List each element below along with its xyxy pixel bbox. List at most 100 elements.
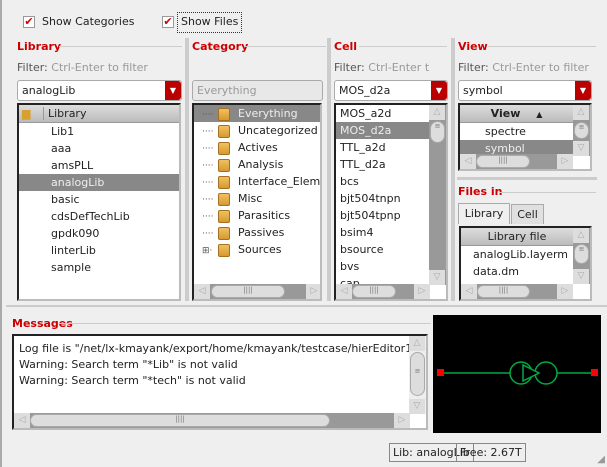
- view-hscrollbar[interactable]: ◁ |||| ▷: [460, 154, 573, 169]
- chevron-down-icon[interactable]: ▼: [431, 81, 447, 100]
- cell-item-label: bjt504tpnp: [340, 209, 401, 222]
- splitter[interactable]: [185, 38, 189, 301]
- library-item[interactable]: aaa: [19, 140, 179, 157]
- show-files-checkbox[interactable]: ✔: [162, 16, 174, 28]
- pin-left: [437, 369, 444, 376]
- show-categories-checkbox[interactable]: ✔: [23, 16, 35, 28]
- category-item[interactable]: ···· Passives: [194, 224, 320, 241]
- view-vscrollbar[interactable]: △ ≡ ▽: [573, 105, 590, 156]
- cell-item[interactable]: bjt504tnpn: [336, 190, 430, 207]
- splitter[interactable]: [457, 177, 597, 180]
- library-item-label: aaa: [51, 142, 72, 155]
- resize-grip-icon[interactable]: ◢: [597, 454, 605, 465]
- library-item[interactable]: linterLib: [19, 242, 179, 259]
- cell-item-label: MOS_d2a: [340, 124, 392, 137]
- messages-log[interactable]: Log file is "/net/lx-kmayank/export/home…: [12, 334, 428, 430]
- cell-vscrollbar[interactable]: △ ≡ ▽: [429, 105, 446, 285]
- category-item[interactable]: ···· Analysis: [194, 156, 320, 173]
- category-tree[interactable]: ···· Everything ···· Uncategorized ···· Activ…: [192, 103, 322, 301]
- filter-hint: Ctrl-Enter to filter: [492, 61, 589, 74]
- messages-vscrollbar[interactable]: △ ≡ ▽: [409, 336, 426, 414]
- library-item-label: cdsDefTechLib: [51, 210, 130, 223]
- view-item[interactable]: spectre: [460, 123, 573, 140]
- library-item[interactable]: basic: [19, 191, 179, 208]
- category-hscrollbar[interactable]: ◁ |||| ▷: [194, 284, 320, 299]
- category-scroll-icon: [218, 243, 230, 257]
- cell-item[interactable]: bcs: [336, 173, 430, 190]
- cell-combo[interactable]: MOS_d2a ▼: [334, 80, 448, 101]
- library-item[interactable]: amsPLL: [19, 157, 179, 174]
- library-item[interactable]: sample: [19, 259, 179, 276]
- cell-item[interactable]: bsource: [336, 241, 430, 258]
- library-list[interactable]: ▆ Library Lib1 aaa amsPLL analogLib basic cdsD…: [17, 103, 181, 301]
- file-item-label: analogLib.layerm: [473, 248, 569, 261]
- category-item[interactable]: ···· Everything: [194, 105, 320, 122]
- file-item-label: data.dm: [473, 265, 519, 278]
- cell-item[interactable]: MOS_d2a: [336, 122, 430, 139]
- cell-item[interactable]: TTL_d2a: [336, 156, 430, 173]
- file-item[interactable]: analogLib.layerm: [461, 246, 573, 263]
- library-item-label: analogLib: [51, 176, 105, 189]
- category-scroll-icon: [218, 107, 230, 121]
- view-combo[interactable]: symbol ▼: [458, 80, 592, 101]
- view-table[interactable]: View ▲ spectre symbol △ ≡ ▽ ◁ |||| ▷: [458, 103, 592, 171]
- category-item[interactable]: ···· Actives: [194, 139, 320, 156]
- library-item-label: linterLib: [51, 244, 96, 257]
- chevron-down-icon[interactable]: ▼: [575, 81, 591, 100]
- folder-icon: ▆: [22, 107, 31, 120]
- tab-library[interactable]: Library: [458, 203, 510, 224]
- category-scroll-icon: [218, 209, 230, 223]
- library-combo-value: analogLib: [22, 84, 76, 97]
- category-scroll-icon: [218, 158, 230, 172]
- category-item[interactable]: ···· Misc: [194, 190, 320, 207]
- category-item[interactable]: ···· Uncategorized: [194, 122, 320, 139]
- cell-item-label: bvs: [340, 260, 360, 273]
- cell-item[interactable]: MOS_a2d: [336, 105, 430, 122]
- cell-item-label: bcs: [340, 175, 359, 188]
- status-free: Free: 2.67T: [456, 443, 526, 462]
- category-item[interactable]: ⊞· Sources: [194, 241, 320, 258]
- library-item[interactable]: analogLib: [19, 174, 179, 191]
- files-title: Files in: [458, 185, 503, 198]
- category-scroll-icon: [218, 192, 230, 206]
- cell-item[interactable]: bvs: [336, 258, 430, 275]
- cell-item[interactable]: bjt504tpnp: [336, 207, 430, 224]
- cell-item[interactable]: bsim4: [336, 224, 430, 241]
- symbol-preview: [433, 315, 601, 433]
- library-item-label: Lib1: [51, 125, 75, 138]
- chevron-down-icon[interactable]: ▼: [165, 81, 181, 100]
- library-header-label: Library: [43, 107, 87, 120]
- library-item-label: sample: [51, 261, 91, 274]
- tab-cell[interactable]: Cell: [511, 204, 544, 224]
- cell-item[interactable]: TTL_a2d: [336, 139, 430, 156]
- files-vscrollbar[interactable]: △ ≡ ▽: [573, 228, 590, 284]
- filter-hint: Ctrl-Enter t: [368, 61, 430, 74]
- library-item-label: basic: [51, 193, 80, 206]
- splitter: [327, 38, 331, 301]
- category-title: Category: [192, 40, 249, 53]
- filter-label: Filter:: [334, 61, 365, 74]
- category-item-label: Everything: [238, 107, 298, 120]
- files-table[interactable]: Library file analogLib.layerm data.dm △ ≡ ▽…: [459, 226, 592, 301]
- category-item[interactable]: ···· Parasitics: [194, 207, 320, 224]
- filter-hint: Ctrl-Enter to filter: [51, 61, 148, 74]
- view-header[interactable]: View ▲: [460, 105, 573, 123]
- library-combo[interactable]: analogLib ▼: [17, 80, 182, 101]
- files-header[interactable]: Library file: [461, 228, 573, 246]
- cell-item-label: bjt504tnpn: [340, 192, 401, 205]
- messages-hscrollbar[interactable]: ◁ |||| ▷: [14, 413, 410, 428]
- expand-icon[interactable]: ⊞·: [202, 243, 218, 260]
- cell-list[interactable]: MOS_a2d MOS_d2a TTL_a2d TTL_d2abcs bjt504tnp…: [334, 103, 448, 301]
- view-filter: Filter: Ctrl-Enter to filter: [458, 61, 592, 74]
- category-item-label: Actives: [238, 141, 278, 154]
- splitter[interactable]: [6, 305, 607, 307]
- file-item[interactable]: data.dm: [461, 263, 573, 280]
- library-item[interactable]: gpdk090: [19, 225, 179, 242]
- cell-item-label: bsim4: [340, 226, 374, 239]
- files-hscrollbar[interactable]: ◁ |||| ▷: [461, 284, 573, 299]
- cell-hscrollbar[interactable]: ◁ |||| ▷: [336, 284, 430, 299]
- library-item[interactable]: Lib1: [19, 123, 179, 140]
- category-item[interactable]: ···· Interface_Eleme: [194, 173, 320, 190]
- library-header[interactable]: ▆ Library: [19, 105, 179, 123]
- library-item[interactable]: cdsDefTechLib: [19, 208, 179, 225]
